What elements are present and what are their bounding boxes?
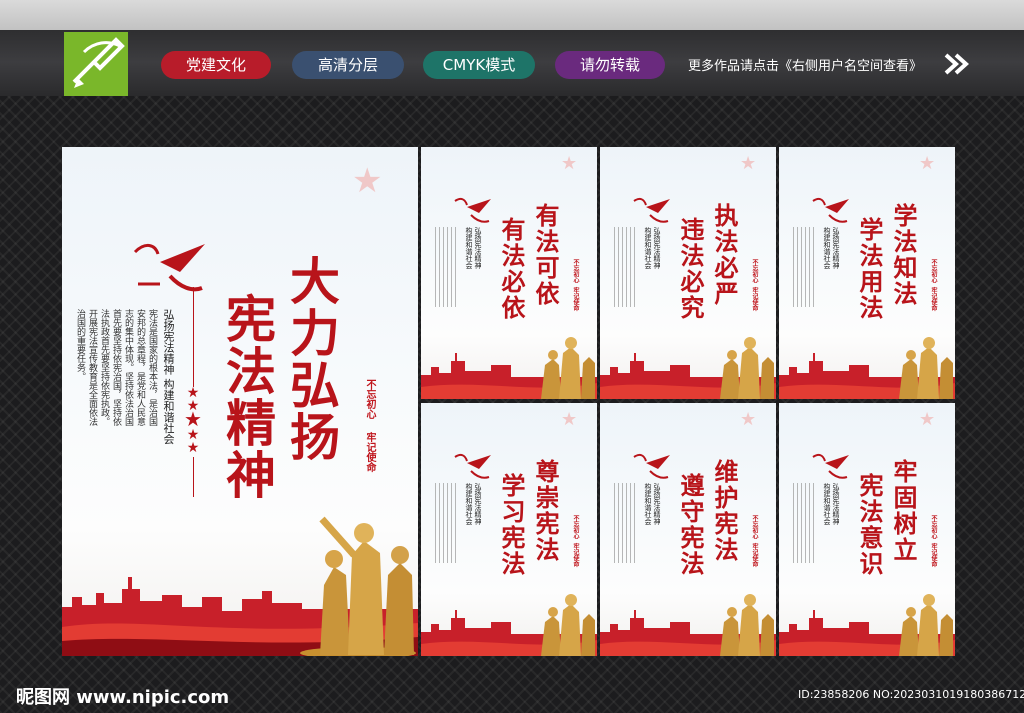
hero-statues-image: [712, 335, 776, 399]
poster-6-body-lines: [793, 483, 815, 563]
star-icon: ★: [561, 153, 578, 174]
poster-1: ★ 有法可依 有法必依 弘扬宪法精神 构建和谐社会 不忘初心 牢记使命: [421, 147, 597, 399]
site-watermark[interactable]: 昵图网 www.nipic.com: [16, 683, 229, 709]
double-chevron-right-icon[interactable]: [944, 52, 970, 76]
star-icon: ★: [919, 153, 936, 174]
star-icon: ★: [919, 409, 936, 430]
chinese-dream-logo: [453, 193, 493, 225]
chinese-dream-logo: [632, 449, 672, 481]
poster-1-seal1: 不忘初心: [572, 259, 579, 283]
hero-statues-image: [533, 592, 597, 656]
poster-3-body-lines: [793, 227, 815, 307]
poster-1-title-line2: 有法必依: [497, 217, 526, 321]
poster-5: ★ 维护宪法 遵守宪法 弘扬宪法精神 构建和谐社会 不忘初心 牢记使命: [600, 403, 776, 656]
poster-2-subtitle2: 构建和谐社会: [644, 227, 652, 269]
poster-4: ★ 尊崇宪法 学习宪法 弘扬宪法精神 构建和谐社会 不忘初心 牢记使命: [421, 403, 597, 656]
poster-3-title-line1: 学法知法: [889, 203, 918, 307]
hero-statues-image: [300, 515, 418, 656]
chinese-dream-logo: [130, 232, 210, 302]
poster-6-seal2: 牢记使命: [930, 543, 937, 567]
main-subtitle: 弘扬宪法精神 构建和谐社会: [162, 309, 175, 445]
chinese-dream-logo: [811, 449, 851, 481]
divider-line-lower: [193, 457, 194, 497]
main-poster: ★ 大力弘扬 宪法精神 不忘初心 牢记使命 ★ ★ ★ ★ ★ 弘扬宪法精神 构建和谐社…: [62, 147, 418, 656]
poster-2-seal1: 不忘初心: [751, 259, 758, 283]
chinese-dream-logo: [811, 193, 851, 225]
poster-2-title-line2: 违法必究: [676, 217, 705, 321]
hero-statues-image: [712, 592, 776, 656]
poster-3-subtitle1: 弘扬宪法精神: [832, 227, 840, 269]
poster-1-subtitle2: 构建和谐社会: [465, 227, 473, 269]
image-id-text: ID:23858206 NO:20230310191803867121: [798, 688, 1024, 701]
poster-3: ★ 学法知法 学法用法 弘扬宪法精神 构建和谐社会 不忘初心 牢记使命: [779, 147, 955, 399]
divider-line: [193, 287, 194, 387]
poster-2-seal2: 牢记使命: [751, 287, 758, 311]
main-body-text: 宪法是国家的根本法，是治国安邦的总章程，是党和人民意志的集中体现。坚持依法治国首…: [75, 309, 157, 426]
poster-6-title-line2: 宪法意识: [855, 473, 884, 577]
seal-bu-wang-chu-xin: 不忘初心: [364, 379, 375, 419]
star-icon: ★: [740, 409, 757, 430]
poster-6-subtitle2: 构建和谐社会: [823, 483, 831, 525]
poster-4-subtitle1: 弘扬宪法精神: [474, 483, 482, 525]
poster-1-seal2: 牢记使命: [572, 287, 579, 311]
poster-6-subtitle1: 弘扬宪法精神: [832, 483, 840, 525]
hero-statues-image: [891, 335, 955, 399]
tag-no-repost[interactable]: 请勿转载: [555, 51, 665, 79]
poster-5-subtitle2: 构建和谐社会: [644, 483, 652, 525]
poster-3-seal2: 牢记使命: [930, 287, 937, 311]
poster-2: ★ 执法必严 违法必究 弘扬宪法精神 构建和谐社会 不忘初心 牢记使命: [600, 147, 776, 399]
star-icon: ★: [352, 161, 383, 201]
hero-statues-image: [533, 335, 597, 399]
poster-5-seal2: 牢记使命: [751, 543, 758, 567]
pen-logo-icon: [64, 32, 128, 96]
poster-6-seal1: 不忘初心: [930, 515, 937, 539]
poster-4-title-line2: 学习宪法: [497, 473, 526, 577]
hero-statues-image: [891, 592, 955, 656]
poster-1-body-lines: [435, 227, 457, 307]
star-icon: ★: [740, 153, 757, 174]
main-title-line2: 宪法精神: [218, 293, 277, 501]
poster-4-title-line1: 尊崇宪法: [531, 459, 560, 563]
poster-5-body-lines: [614, 483, 636, 563]
stars-ornament: ★ ★ ★ ★ ★: [184, 385, 202, 456]
poster-2-subtitle1: 弘扬宪法精神: [653, 227, 661, 269]
tag-cmyk-mode[interactable]: CMYK模式: [423, 51, 535, 79]
poster-5-title-line2: 遵守宪法: [676, 473, 705, 577]
poster-2-title-line1: 执法必严: [710, 203, 739, 307]
poster-5-seal1: 不忘初心: [751, 515, 758, 539]
chinese-dream-logo: [453, 449, 493, 481]
star-icon: ★: [561, 409, 578, 430]
poster-6: ★ 牢固树立 宪法意识 弘扬宪法精神 构建和谐社会 不忘初心 牢记使命: [779, 403, 955, 656]
promo-text[interactable]: 更多作品请点击《右侧用户名空间查看》: [688, 55, 922, 74]
seal-lao-ji-shi-ming: 牢记使命: [364, 432, 375, 472]
chinese-dream-logo: [632, 193, 672, 225]
poster-3-seal1: 不忘初心: [930, 259, 937, 283]
poster-3-subtitle2: 构建和谐社会: [823, 227, 831, 269]
main-title-line1: 大力弘扬: [282, 255, 341, 463]
tag-party-culture[interactable]: 党建文化: [161, 51, 271, 79]
poster-1-subtitle1: 弘扬宪法精神: [474, 227, 482, 269]
poster-5-subtitle1: 弘扬宪法精神: [653, 483, 661, 525]
poster-4-seal1: 不忘初心: [572, 515, 579, 539]
poster-4-seal2: 牢记使命: [572, 543, 579, 567]
poster-1-title-line1: 有法可依: [531, 203, 560, 307]
tag-hd-layers[interactable]: 高清分层: [292, 51, 404, 79]
poster-4-subtitle2: 构建和谐社会: [465, 483, 473, 525]
poster-6-title-line1: 牢固树立: [889, 459, 918, 563]
poster-4-body-lines: [435, 483, 457, 563]
poster-3-title-line2: 学法用法: [855, 217, 884, 321]
poster-5-title-line1: 维护宪法: [710, 459, 739, 563]
poster-2-body-lines: [614, 227, 636, 307]
top-banner: [0, 0, 1024, 96]
